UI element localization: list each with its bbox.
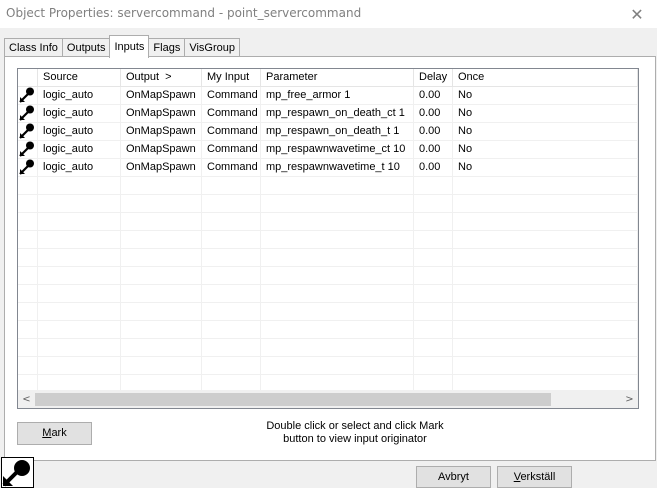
cell-once: No [453,141,638,158]
cell-delay: 0.00 [414,159,453,176]
tab-flags[interactable]: Flags [148,38,186,58]
mark-hint-text: Double click or select and click Mark bu… [220,420,490,446]
cell-input: Command [202,141,261,158]
column-header-source[interactable]: Source [38,69,121,86]
table-row[interactable]: logic_auto OnMapSpawn Command mp_respawn… [18,159,638,177]
cell-parameter: mp_free_armor 1 [261,87,414,104]
cell-source: logic_auto [38,87,121,104]
cell-once: No [453,159,638,176]
connection-icon [18,159,38,176]
empty-row [18,321,638,339]
scroll-right-button[interactable]: > [621,391,638,408]
mark-label-rest: ark [51,427,67,439]
cell-output: OnMapSpawn [121,141,202,158]
empty-row [18,339,638,357]
table-row[interactable]: logic_auto OnMapSpawn Command mp_respawn… [18,123,638,141]
cell-output: OnMapSpawn [121,123,202,140]
cell-delay: 0.00 [414,123,453,140]
column-header-output[interactable]: Output > [121,69,202,86]
column-header-delay[interactable]: Delay [414,69,453,86]
cell-source: logic_auto [38,141,121,158]
connection-icon [18,105,38,122]
column-header-parameter[interactable]: Parameter [261,69,414,86]
entity-connection-icon [1,457,34,488]
scrollbar-thumb[interactable] [35,393,551,406]
hint-line-1: Double click or select and click Mark [266,420,444,432]
cell-parameter: mp_respawn_on_death_t 1 [261,123,414,140]
cell-input: Command [202,105,261,122]
title-bar: Object Properties: servercommand - point… [0,0,657,28]
empty-row [18,177,638,195]
cell-output: OnMapSpawn [121,105,202,122]
cell-parameter: mp_respawnwavetime_ct 10 [261,141,414,158]
horizontal-scrollbar[interactable]: < > [18,390,638,408]
cell-source: logic_auto [38,159,121,176]
cell-output: OnMapSpawn [121,159,202,176]
connection-icon [18,123,38,140]
chevron-right-icon: > [625,394,634,405]
table-row[interactable]: logic_auto OnMapSpawn Command mp_free_ar… [18,87,638,105]
apply-label-rest: erkställ [520,471,556,483]
tab-strip: Class Info Outputs Inputs Flags VisGroup [4,35,240,58]
list-header: Source Output > My Input Parameter Delay… [18,69,638,87]
connection-icon [18,87,38,104]
empty-row [18,249,638,267]
tab-outputs[interactable]: Outputs [61,38,111,58]
cancel-button[interactable]: Avbryt [416,466,491,488]
list-rows: logic_auto OnMapSpawn Command mp_free_ar… [18,87,638,408]
connection-icon [18,141,38,158]
cell-output: OnMapSpawn [121,87,202,104]
table-row[interactable]: logic_auto OnMapSpawn Command mp_respawn… [18,141,638,159]
cell-input: Command [202,159,261,176]
column-header-icon[interactable] [18,69,38,86]
tab-visgroup[interactable]: VisGroup [184,38,240,58]
empty-row [18,267,638,285]
empty-row [18,213,638,231]
mark-button[interactable]: Mark [17,422,92,445]
empty-row [18,195,638,213]
cell-delay: 0.00 [414,105,453,122]
empty-row [18,231,638,249]
inputs-list[interactable]: Source Output > My Input Parameter Delay… [17,68,639,409]
cell-source: logic_auto [38,123,121,140]
cell-parameter: mp_respawnwavetime_t 10 [261,159,414,176]
hint-line-2: button to view input originator [283,433,427,445]
cell-once: No [453,105,638,122]
tab-class-info[interactable]: Class Info [4,38,63,58]
column-header-my-input[interactable]: My Input [202,69,261,86]
cell-input: Command [202,123,261,140]
close-button[interactable]: ✕ [617,0,657,28]
table-row[interactable]: logic_auto OnMapSpawn Command mp_respawn… [18,105,638,123]
close-icon: ✕ [630,4,644,24]
chevron-left-icon: < [22,394,31,405]
scroll-left-button[interactable]: < [18,391,35,408]
cell-delay: 0.00 [414,141,453,158]
window-title: Object Properties: servercommand - point… [6,6,362,20]
cell-parameter: mp_respawn_on_death_ct 1 [261,105,414,122]
cell-once: No [453,87,638,104]
cell-once: No [453,123,638,140]
empty-row [18,303,638,321]
tab-inputs[interactable]: Inputs [109,35,150,58]
cell-input: Command [202,87,261,104]
empty-row [18,285,638,303]
cell-delay: 0.00 [414,87,453,104]
apply-button[interactable]: Verkställ [497,466,572,488]
cell-source: logic_auto [38,105,121,122]
column-header-once[interactable]: Once [453,69,638,86]
empty-row [18,357,638,375]
